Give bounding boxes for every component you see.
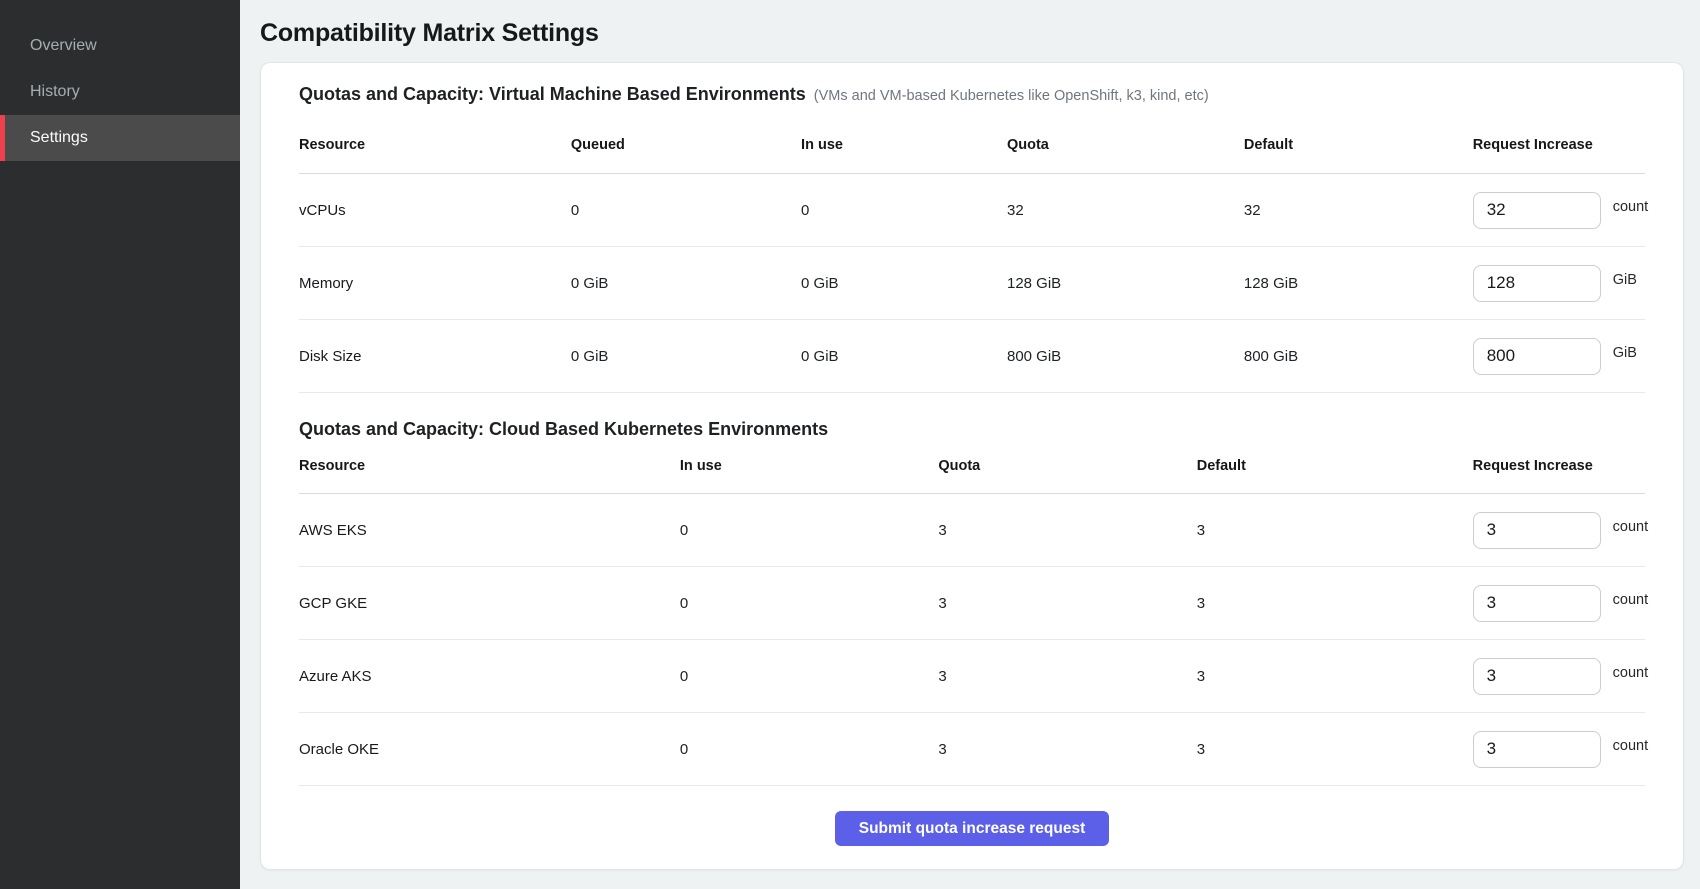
gcp-gke-request-input[interactable] [1473, 585, 1601, 622]
vm-section-subtitle: (VMs and VM-based Kubernetes like OpenSh… [814, 88, 1209, 104]
cell-default: 32 [1244, 174, 1473, 247]
column-header-queued: Queued [571, 106, 801, 174]
sidebar-item-label: Overview [30, 37, 97, 55]
aws-eks-request-input[interactable] [1473, 512, 1601, 549]
table-row-vcpus: vCPUs 0 0 32 32 count [299, 174, 1645, 247]
main-content: Compatibility Matrix Settings Quotas and… [240, 0, 1700, 889]
submit-button-row: Submit quota increase request [299, 786, 1645, 846]
cell-resource: vCPUs [299, 174, 571, 247]
table-row-azure-aks: Azure AKS 0 3 3 count [299, 640, 1645, 713]
cell-in-use: 0 GiB [801, 320, 1007, 393]
cloud-quota-table: Resource In use Quota Default Request In… [299, 441, 1645, 786]
vm-section-header: Quotas and Capacity: Virtual Machine Bas… [299, 82, 1645, 106]
cell-resource: Disk Size [299, 320, 571, 393]
cell-queued: 0 GiB [571, 247, 801, 320]
cell-in-use: 0 [680, 567, 938, 640]
cell-request-increase: count [1473, 494, 1645, 567]
vm-table-header-row: Resource Queued In use Quota Default Req… [299, 106, 1645, 174]
cell-quota: 32 [1007, 174, 1244, 247]
vcpus-request-input[interactable] [1473, 192, 1601, 229]
sidebar-item-label: History [30, 83, 80, 101]
cell-quota: 3 [938, 713, 1196, 786]
column-header-quota: Quota [938, 441, 1196, 494]
unit-label: count [1613, 592, 1648, 608]
cell-request-increase: GiB [1473, 247, 1645, 320]
cell-default: 3 [1197, 640, 1473, 713]
cell-quota: 3 [938, 494, 1196, 567]
vm-section-title: Quotas and Capacity: Virtual Machine Bas… [299, 82, 806, 106]
azure-aks-request-input[interactable] [1473, 658, 1601, 695]
table-row-disk-size: Disk Size 0 GiB 0 GiB 800 GiB 800 GiB Gi… [299, 320, 1645, 393]
table-row-gcp-gke: GCP GKE 0 3 3 count [299, 567, 1645, 640]
column-header-resource: Resource [299, 441, 680, 494]
memory-request-input[interactable] [1473, 265, 1601, 302]
cloud-section-title: Quotas and Capacity: Cloud Based Kuberne… [299, 417, 828, 441]
cell-request-increase: GiB [1473, 320, 1645, 393]
table-row-oracle-oke: Oracle OKE 0 3 3 count [299, 713, 1645, 786]
cell-default: 128 GiB [1244, 247, 1473, 320]
disk-size-request-input[interactable] [1473, 338, 1601, 375]
sidebar-item-label: Settings [30, 129, 88, 147]
column-header-request-increase: Request Increase [1473, 441, 1645, 494]
cell-resource: Memory [299, 247, 571, 320]
cell-quota: 3 [938, 567, 1196, 640]
sidebar-item-overview[interactable]: Overview [0, 23, 240, 69]
cell-resource: AWS EKS [299, 494, 680, 567]
cell-default: 3 [1197, 567, 1473, 640]
vm-quota-table: Resource Queued In use Quota Default Req… [299, 106, 1645, 393]
cell-queued: 0 GiB [571, 320, 801, 393]
cell-in-use: 0 GiB [801, 247, 1007, 320]
unit-label: count [1613, 199, 1648, 215]
oracle-oke-request-input[interactable] [1473, 731, 1601, 768]
column-header-resource: Resource [299, 106, 571, 174]
cloud-table-header-row: Resource In use Quota Default Request In… [299, 441, 1645, 494]
cell-default: 3 [1197, 713, 1473, 786]
column-header-in-use: In use [680, 441, 938, 494]
unit-label: GiB [1613, 272, 1637, 288]
cell-resource: Azure AKS [299, 640, 680, 713]
cell-in-use: 0 [680, 494, 938, 567]
page-title: Compatibility Matrix Settings [260, 18, 1700, 48]
cell-default: 3 [1197, 494, 1473, 567]
table-row-aws-eks: AWS EKS 0 3 3 count [299, 494, 1645, 567]
cell-in-use: 0 [680, 713, 938, 786]
cell-default: 800 GiB [1244, 320, 1473, 393]
settings-card: Quotas and Capacity: Virtual Machine Bas… [260, 62, 1684, 870]
column-header-request-increase: Request Increase [1473, 106, 1645, 174]
sidebar-item-settings[interactable]: Settings [0, 115, 240, 161]
column-header-default: Default [1244, 106, 1473, 174]
cell-in-use: 0 [801, 174, 1007, 247]
cell-request-increase: count [1473, 174, 1645, 247]
submit-quota-button[interactable]: Submit quota increase request [835, 811, 1110, 846]
cell-quota: 128 GiB [1007, 247, 1244, 320]
column-header-in-use: In use [801, 106, 1007, 174]
column-header-quota: Quota [1007, 106, 1244, 174]
cell-queued: 0 [571, 174, 801, 247]
table-row-memory: Memory 0 GiB 0 GiB 128 GiB 128 GiB GiB [299, 247, 1645, 320]
column-header-default: Default [1197, 441, 1473, 494]
cell-quota: 3 [938, 640, 1196, 713]
cloud-section-header: Quotas and Capacity: Cloud Based Kuberne… [299, 417, 1645, 441]
unit-label: count [1613, 665, 1648, 681]
sidebar-item-history[interactable]: History [0, 69, 240, 115]
cell-resource: Oracle OKE [299, 713, 680, 786]
sidebar: Overview History Settings [0, 0, 240, 889]
cell-quota: 800 GiB [1007, 320, 1244, 393]
unit-label: count [1613, 738, 1648, 754]
unit-label: GiB [1613, 345, 1637, 361]
cell-request-increase: count [1473, 567, 1645, 640]
unit-label: count [1613, 519, 1648, 535]
cell-request-increase: count [1473, 640, 1645, 713]
cell-in-use: 0 [680, 640, 938, 713]
cell-request-increase: count [1473, 713, 1645, 786]
cell-resource: GCP GKE [299, 567, 680, 640]
